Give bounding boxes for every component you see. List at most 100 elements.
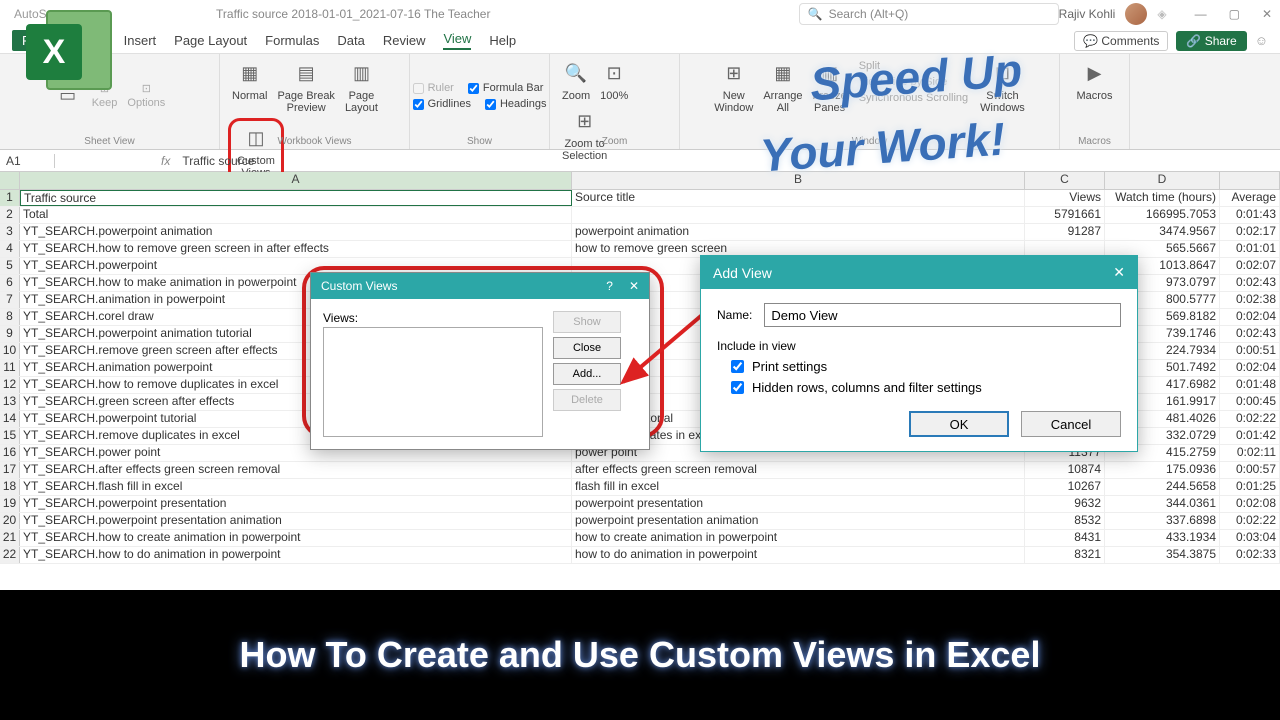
cell[interactable]: 5791661 — [1025, 207, 1105, 223]
row-header[interactable]: 17 — [0, 462, 20, 478]
cell[interactable]: 0:01:25 — [1220, 479, 1280, 495]
cell[interactable]: YT_SEARCH.how to do animation in powerpo… — [20, 547, 572, 563]
zoom-button[interactable]: 🔍Zoom — [558, 58, 594, 104]
cell[interactable]: 0:02:08 — [1220, 496, 1280, 512]
cell[interactable]: 0:03:04 — [1220, 530, 1280, 546]
cell[interactable]: 8532 — [1025, 513, 1105, 529]
minimize-icon[interactable]: — — [1195, 7, 1207, 21]
cell[interactable]: 244.5658 — [1105, 479, 1220, 495]
views-listbox[interactable] — [323, 327, 543, 437]
hidden-rows-check[interactable]: Hidden rows, columns and filter settings — [731, 380, 1121, 395]
cell[interactable]: 8321 — [1025, 547, 1105, 563]
cell[interactable]: powerpoint presentation — [572, 496, 1025, 512]
menu-view[interactable]: View — [443, 31, 471, 50]
fx-icon[interactable]: fx — [155, 154, 176, 168]
col-b[interactable]: B — [572, 172, 1025, 189]
cell[interactable]: how to do animation in powerpoint — [572, 547, 1025, 563]
cell[interactable]: how to create animation in powerpoint — [572, 530, 1025, 546]
table-row[interactable]: 1 Traffic source Source title Views Watc… — [0, 190, 1280, 207]
row-header[interactable]: 5 — [0, 258, 20, 274]
col-c[interactable]: C — [1025, 172, 1105, 189]
avatar[interactable] — [1125, 3, 1147, 25]
cell[interactable]: YT_SEARCH.how to remove green screen in … — [20, 241, 572, 257]
row-header[interactable]: 9 — [0, 326, 20, 342]
headings-check[interactable]: Headings — [485, 98, 546, 110]
diamond-icon[interactable]: ◈ — [1157, 7, 1166, 21]
cell[interactable]: powerpoint animation — [572, 224, 1025, 240]
cell[interactable]: 344.0361 — [1105, 496, 1220, 512]
switch-windows-button[interactable]: ⊡Switch Windows — [976, 58, 1029, 116]
cell[interactable]: Source title — [572, 190, 1025, 206]
cell[interactable]: 0:02:04 — [1220, 360, 1280, 376]
menu-insert[interactable]: Insert — [124, 33, 157, 48]
smiley-icon[interactable]: ☺ — [1255, 33, 1268, 48]
cell[interactable]: YT_SEARCH.how to create animation in pow… — [20, 530, 572, 546]
close-icon[interactable]: ✕ — [1262, 7, 1272, 21]
macros-button[interactable]: ▶Macros — [1072, 58, 1116, 104]
normal-view-button[interactable]: ▦Normal — [228, 58, 271, 104]
row-header[interactable]: 18 — [0, 479, 20, 495]
cell[interactable]: 9632 — [1025, 496, 1105, 512]
menu-data[interactable]: Data — [337, 33, 364, 48]
cell[interactable]: 0:02:11 — [1220, 445, 1280, 461]
table-row[interactable]: 22 YT_SEARCH.how to do animation in powe… — [0, 547, 1280, 564]
cell[interactable]: 8431 — [1025, 530, 1105, 546]
cell[interactable]: 0:01:01 — [1220, 241, 1280, 257]
close-icon[interactable]: ✕ — [1113, 264, 1125, 281]
close-button[interactable]: Close — [553, 337, 621, 359]
arrange-all-button[interactable]: ▦Arrange All — [759, 58, 806, 116]
table-row[interactable]: 20 YT_SEARCH.powerpoint presentation ani… — [0, 513, 1280, 530]
cell[interactable]: 10874 — [1025, 462, 1105, 478]
new-window-button[interactable]: ⊞New Window — [710, 58, 757, 116]
cell[interactable]: YT_SEARCH.powerpoint presentation — [20, 496, 572, 512]
cell[interactable]: 0:01:42 — [1220, 428, 1280, 444]
cell[interactable]: 3474.9567 — [1105, 224, 1220, 240]
search-box[interactable]: 🔍Search (Alt+Q) — [799, 3, 1059, 25]
cell[interactable]: YT_SEARCH.powerpoint animation — [20, 224, 572, 240]
split-button[interactable]: Split — [859, 60, 968, 72]
cell[interactable]: Total — [20, 207, 572, 223]
table-row[interactable]: 17 YT_SEARCH.after effects green screen … — [0, 462, 1280, 479]
table-row[interactable]: 2 Total 5791661 166995.7053 0:01:43 — [0, 207, 1280, 224]
row-header[interactable]: 7 — [0, 292, 20, 308]
help-icon[interactable]: ? — [606, 279, 613, 293]
cancel-button[interactable]: Cancel — [1021, 411, 1121, 437]
close-icon[interactable]: ✕ — [629, 279, 639, 293]
cell[interactable]: 0:02:04 — [1220, 309, 1280, 325]
row-header[interactable]: 13 — [0, 394, 20, 410]
select-all[interactable] — [0, 172, 20, 189]
cell[interactable]: 337.6898 — [1105, 513, 1220, 529]
cell[interactable]: 0:02:22 — [1220, 513, 1280, 529]
cell[interactable]: 0:01:43 — [1220, 207, 1280, 223]
cell[interactable]: 0:02:17 — [1220, 224, 1280, 240]
row-header[interactable]: 21 — [0, 530, 20, 546]
menu-help[interactable]: Help — [489, 33, 516, 48]
row-header[interactable]: 16 — [0, 445, 20, 461]
cell[interactable]: 0:00:45 — [1220, 394, 1280, 410]
cell[interactable]: 0:00:57 — [1220, 462, 1280, 478]
cell[interactable]: 0:02:07 — [1220, 258, 1280, 274]
row-header[interactable]: 12 — [0, 377, 20, 393]
cell[interactable]: Views — [1025, 190, 1105, 206]
name-input[interactable] — [764, 303, 1121, 327]
zoom-100-button[interactable]: ⊡100% — [596, 58, 632, 104]
cell[interactable]: Watch time (hours) — [1105, 190, 1220, 206]
cell[interactable]: 0:01:48 — [1220, 377, 1280, 393]
table-row[interactable]: 21 YT_SEARCH.how to create animation in … — [0, 530, 1280, 547]
cell[interactable]: 433.1934 — [1105, 530, 1220, 546]
formulabar-check[interactable]: Formula Bar — [468, 82, 544, 94]
cell[interactable]: YT_SEARCH.after effects green screen rem… — [20, 462, 572, 478]
print-settings-check[interactable]: Print settings — [731, 359, 1121, 374]
cell[interactable]: 166995.7053 — [1105, 207, 1220, 223]
maximize-icon[interactable]: ▢ — [1229, 7, 1240, 21]
cell[interactable]: 175.0936 — [1105, 462, 1220, 478]
ok-button[interactable]: OK — [909, 411, 1009, 437]
row-header[interactable]: 8 — [0, 309, 20, 325]
row-header[interactable]: 15 — [0, 428, 20, 444]
cell[interactable]: 354.3875 — [1105, 547, 1220, 563]
row-header[interactable]: 6 — [0, 275, 20, 291]
cell[interactable]: 0:02:33 — [1220, 547, 1280, 563]
row-header[interactable]: 11 — [0, 360, 20, 376]
cell[interactable]: 0:02:43 — [1220, 275, 1280, 291]
cell[interactable]: YT_SEARCH.powerpoint presentation animat… — [20, 513, 572, 529]
